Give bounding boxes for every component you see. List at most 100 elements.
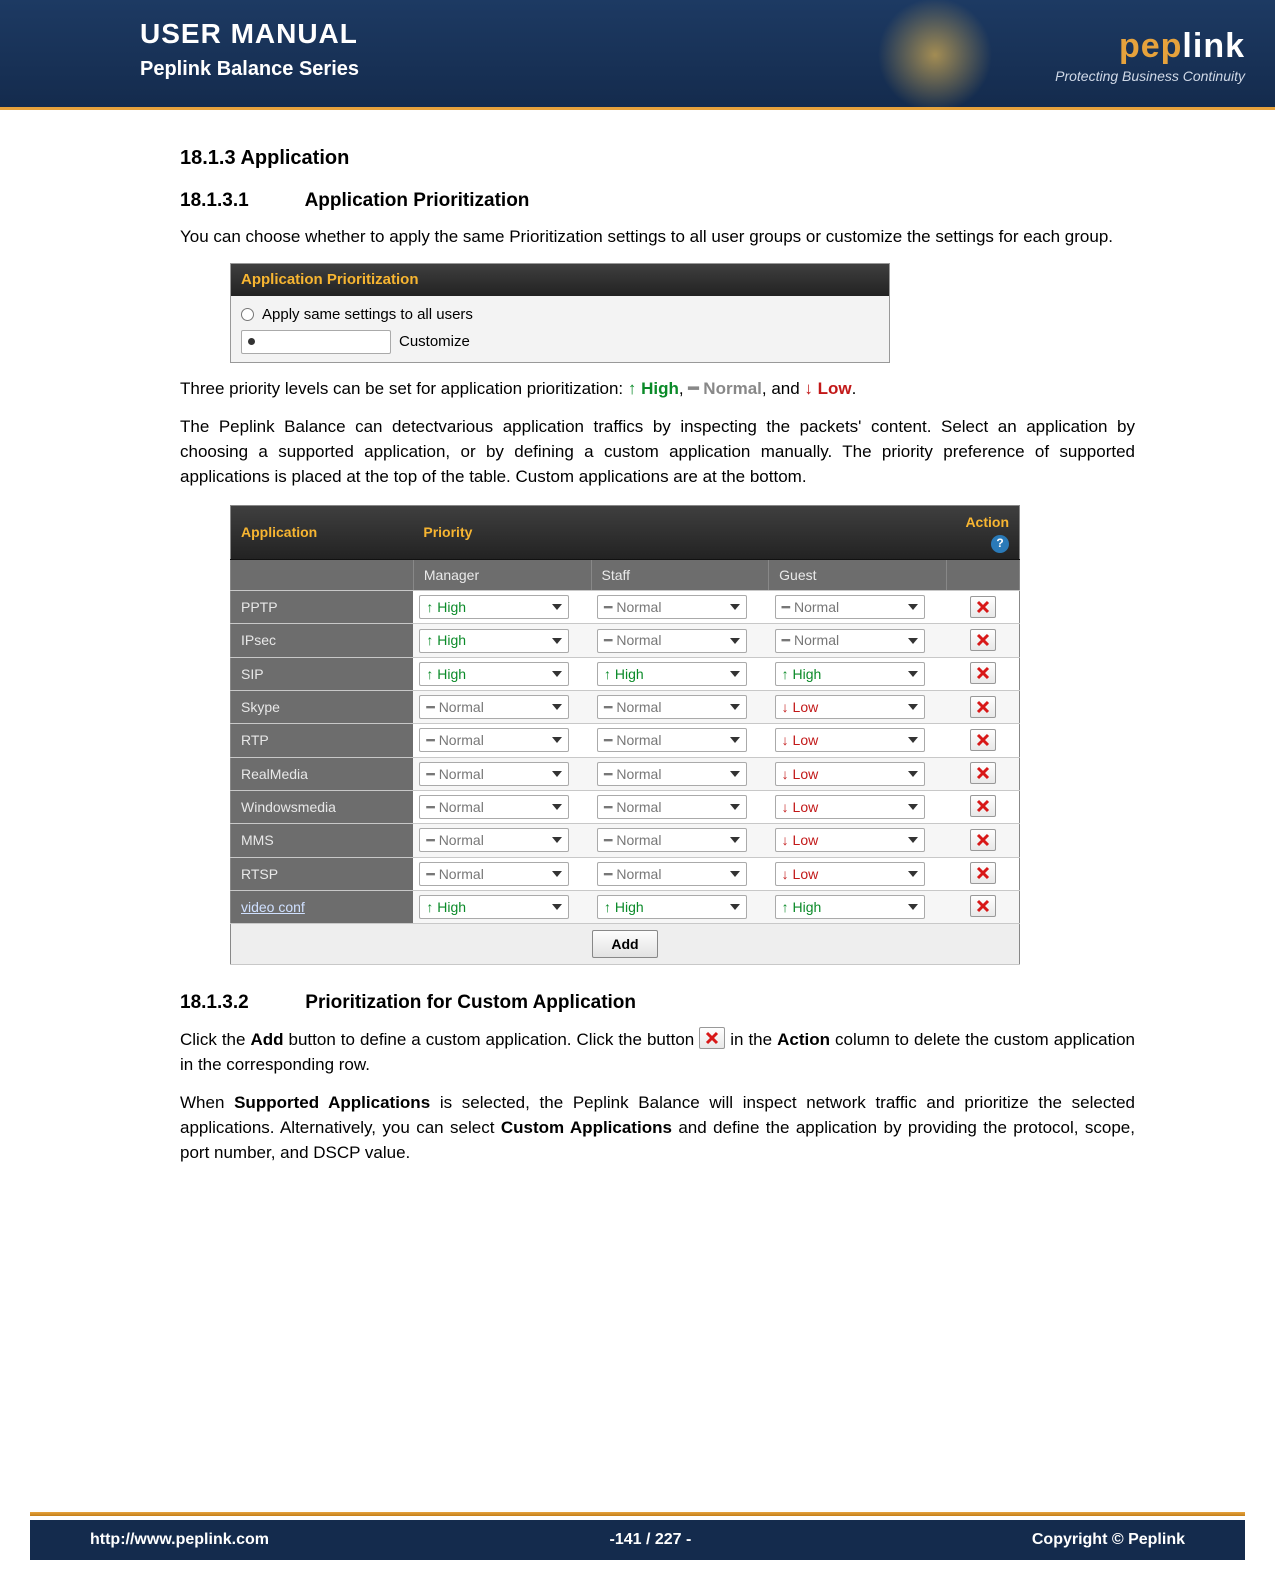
priority-select[interactable]: ↑ High (419, 662, 569, 686)
action-cell (946, 591, 1019, 624)
subsection-1-number: 18.1.3.1 (180, 187, 300, 215)
col-action-label: Action (965, 514, 1009, 530)
delete-button[interactable] (970, 729, 996, 751)
chevron-down-icon (552, 804, 562, 810)
footer-copyright: Copyright © Peplink (1032, 1531, 1185, 1549)
priority-value: ━ Normal (604, 797, 661, 817)
app-name-cell: Windowsmedia (231, 790, 414, 823)
priority-select[interactable]: ━ Normal (419, 795, 569, 819)
page-header: USER MANUAL Peplink Balance Series pepli… (0, 0, 1275, 110)
delete-button[interactable] (970, 862, 996, 884)
text: in the (730, 1030, 777, 1049)
priority-table: Application Priority Action ? Manager St… (230, 505, 1020, 965)
priority-select[interactable]: ↑ High (597, 662, 747, 686)
paragraph-4: Click the Add button to define a custom … (180, 1027, 1135, 1077)
priority-value: ━ Normal (426, 697, 483, 717)
priority-select[interactable]: ━ Normal (419, 862, 569, 886)
table-row: Skype ━ Normal ━ Normal ↓ Low (231, 691, 1020, 724)
chevron-down-icon (908, 871, 918, 877)
priority-value: ↑ High (426, 664, 466, 684)
radio-label-customize: Customize (399, 331, 470, 353)
delete-button-inline[interactable] (699, 1027, 725, 1049)
chevron-down-icon (908, 904, 918, 910)
delete-button[interactable] (970, 696, 996, 718)
subsection-2-number: 18.1.3.2 (180, 989, 300, 1017)
app-name-cell: MMS (231, 824, 414, 857)
priority-select[interactable]: ↑ High (419, 629, 569, 653)
chevron-down-icon (552, 837, 562, 843)
priority-select[interactable]: ↑ High (597, 895, 747, 919)
priority-value: ↓ Low (782, 864, 819, 884)
chevron-down-icon (730, 704, 740, 710)
priority-select[interactable]: ━ Normal (419, 728, 569, 752)
priority-select[interactable]: ↓ Low (775, 795, 925, 819)
priority-select[interactable]: ↓ Low (775, 828, 925, 852)
priority-select[interactable]: ━ Normal (419, 762, 569, 786)
priority-select[interactable]: ↑ High (775, 662, 925, 686)
priority-select[interactable]: ━ Normal (419, 828, 569, 852)
app-name-cell: PPTP (231, 591, 414, 624)
priority-select[interactable]: ━ Normal (597, 762, 747, 786)
text: button to define a custom application. C… (289, 1030, 700, 1049)
priority-cell: ↑ High (413, 624, 591, 657)
priority-select[interactable]: ━ Normal (419, 695, 569, 719)
add-button[interactable]: Add (592, 930, 657, 958)
document-body: 18.1.3 Application 18.1.3.1 Application … (0, 110, 1275, 1165)
priority-select[interactable]: ↓ Low (775, 728, 925, 752)
priority-select[interactable]: ━ Normal (775, 629, 925, 653)
priority-select[interactable]: ━ Normal (597, 728, 747, 752)
radio-icon[interactable] (241, 308, 254, 321)
priority-select[interactable]: ━ Normal (597, 795, 747, 819)
priority-cell: ↓ Low (769, 724, 947, 757)
brand-logo: peplink Protecting Business Continuity (885, 0, 1245, 110)
delete-button[interactable] (970, 829, 996, 851)
close-icon (976, 833, 990, 847)
delete-button[interactable] (970, 795, 996, 817)
section-number: 18.1.3 (180, 147, 236, 169)
delete-button[interactable] (970, 662, 996, 684)
priority-select[interactable]: ━ Normal (597, 862, 747, 886)
section-heading: 18.1.3 Application (180, 144, 1135, 173)
chevron-down-icon (730, 604, 740, 610)
text: Click the (180, 1030, 250, 1049)
priority-select[interactable]: ↓ Low (775, 762, 925, 786)
priority-cell: ━ Normal (591, 824, 769, 857)
radio-icon[interactable] (241, 330, 391, 354)
close-icon (976, 799, 990, 813)
priority-select[interactable]: ━ Normal (775, 595, 925, 619)
priority-select[interactable]: ↑ High (419, 895, 569, 919)
chevron-down-icon (908, 638, 918, 644)
col-staff: Staff (591, 559, 769, 590)
priority-value: ↓ Low (782, 697, 819, 717)
priority-select[interactable]: ━ Normal (597, 695, 747, 719)
priority-select[interactable]: ↑ High (419, 595, 569, 619)
priority-select[interactable]: ↓ Low (775, 695, 925, 719)
radio-row-apply-same[interactable]: Apply same settings to all users (241, 302, 879, 328)
radio-row-customize[interactable]: Customize (241, 328, 879, 356)
table-row: video conf ↑ High ↑ High ↑ High (231, 890, 1020, 923)
chevron-down-icon (552, 771, 562, 777)
app-name-cell[interactable]: video conf (231, 890, 414, 923)
text: , and (762, 379, 805, 398)
priority-select[interactable]: ↓ Low (775, 862, 925, 886)
delete-button[interactable] (970, 895, 996, 917)
delete-button[interactable] (970, 629, 996, 651)
app-name-cell: RTSP (231, 857, 414, 890)
priority-value: ↑ High (426, 897, 466, 917)
help-icon[interactable]: ? (991, 535, 1009, 553)
priority-select[interactable]: ━ Normal (597, 595, 747, 619)
app-name-cell: Skype (231, 691, 414, 724)
delete-button[interactable] (970, 762, 996, 784)
priority-cell: ↓ Low (769, 757, 947, 790)
chevron-down-icon (908, 804, 918, 810)
priority-select[interactable]: ━ Normal (597, 629, 747, 653)
priority-select[interactable]: ━ Normal (597, 828, 747, 852)
delete-button[interactable] (970, 596, 996, 618)
priority-select[interactable]: ↑ High (775, 895, 925, 919)
subsection-2-title: Prioritization for Custom Application (305, 992, 636, 1013)
panel-header: Application Prioritization (231, 264, 889, 296)
chevron-down-icon (730, 737, 740, 743)
priority-value: ━ Normal (782, 597, 839, 617)
chevron-down-icon (552, 871, 562, 877)
priority-cell: ━ Normal (413, 724, 591, 757)
